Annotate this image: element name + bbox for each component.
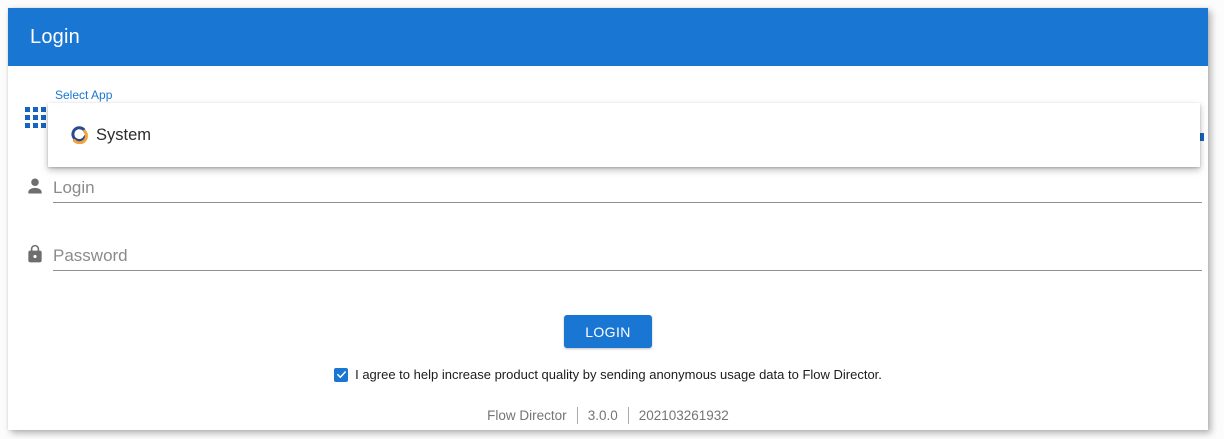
- checkmark-icon: [336, 369, 347, 380]
- footer-separator: [577, 407, 578, 424]
- password-input[interactable]: [53, 242, 1202, 271]
- app-option-system[interactable]: System: [48, 103, 1200, 167]
- login-window: Login Select App System: [8, 8, 1208, 430]
- app-dropdown-panel: System: [48, 103, 1200, 167]
- consent-checkbox[interactable]: [334, 368, 348, 382]
- select-app-label: Select App: [55, 88, 112, 102]
- title-bar: Login: [8, 8, 1208, 66]
- footer-version: 3.0.0: [588, 408, 618, 423]
- footer-build-number: 202103261932: [639, 408, 729, 423]
- page-title: Login: [8, 26, 80, 49]
- lock-icon: [25, 244, 45, 264]
- select-caret-edge: [1200, 133, 1204, 141]
- app-option-label: System: [96, 126, 151, 145]
- footer: Flow Director 3.0.0 202103261932: [8, 407, 1208, 424]
- footer-separator: [628, 407, 629, 424]
- login-input[interactable]: [53, 174, 1202, 203]
- login-button[interactable]: LOGIN: [564, 315, 652, 348]
- person-icon: [25, 176, 45, 196]
- apps-grid-icon: [25, 107, 46, 128]
- consent-row: I agree to help increase product quality…: [8, 367, 1208, 382]
- swirl-logo-icon: [70, 126, 88, 144]
- consent-label: I agree to help increase product quality…: [355, 367, 882, 382]
- footer-product-name: Flow Director: [487, 408, 567, 423]
